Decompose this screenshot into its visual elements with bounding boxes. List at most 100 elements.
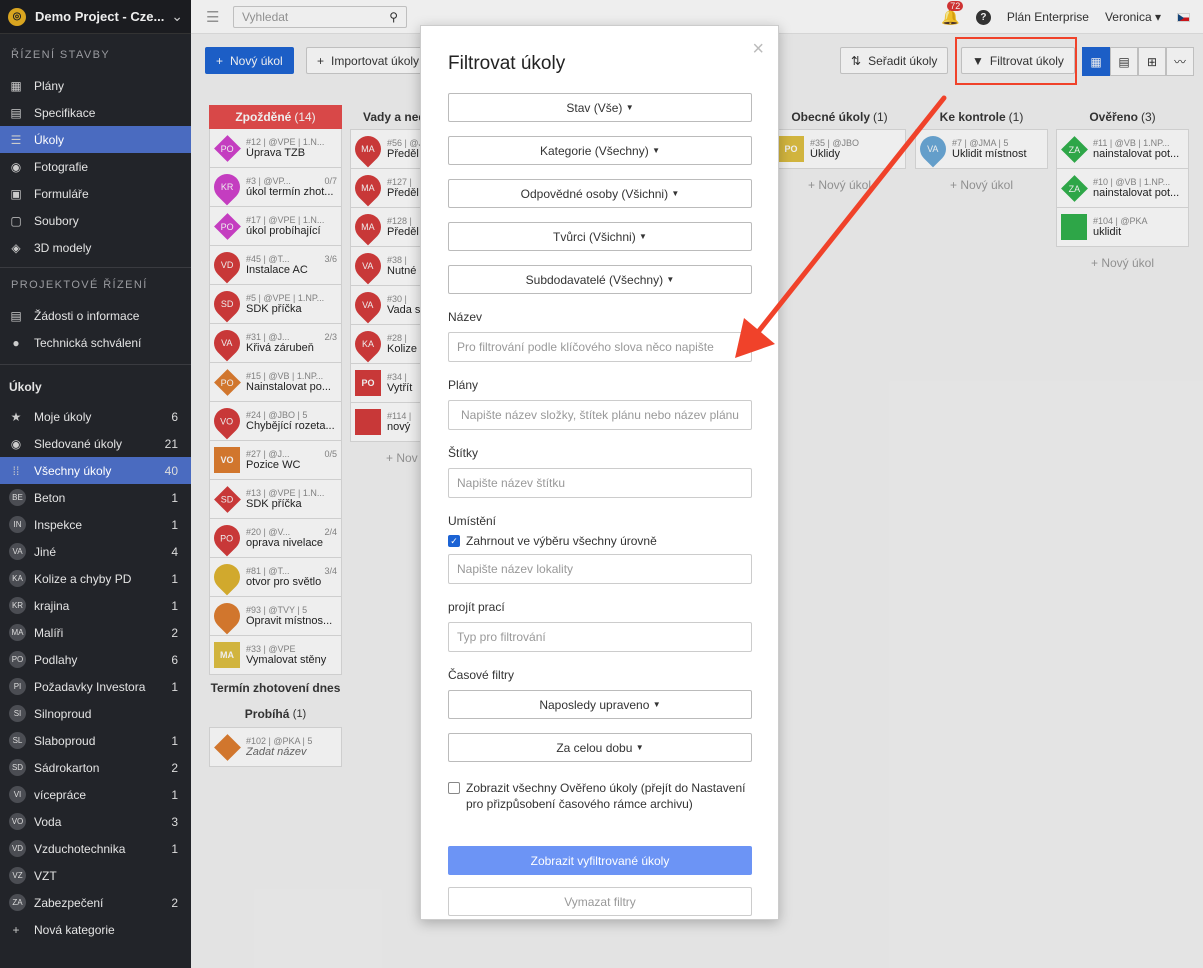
sidebar-item[interactable]: VZ VZT [0, 862, 191, 889]
user-icon: ● [12, 335, 20, 350]
spec-icon: ▤ [10, 105, 22, 120]
time-filters-label: Časové filtry [448, 668, 515, 682]
sidebar-item[interactable]: VD Vzduchotechnika 1 [0, 835, 191, 862]
sidebar-item[interactable]: ▢ Soubory [0, 207, 191, 234]
show-verified-checkbox[interactable]: Zobrazit všechny Ověřeno úkoly (přejít d… [448, 780, 751, 812]
state-dropdown[interactable]: Stav (Vše) ▼ [448, 93, 752, 122]
sidebar: ◎ Demo Project - Cze... ⌄ ŘÍZENÍ STAVBY … [0, 0, 191, 968]
chevron-down-icon: ⌄ [171, 8, 183, 24]
sidebar-item[interactable]: ◈ 3D modely [0, 234, 191, 261]
modal-title: Filtrovat úkoly [448, 53, 566, 74]
sidebar-item-label: Vzduchotechnika [34, 841, 126, 856]
category-dropdown[interactable]: Kategorie (Všechny) ▼ [448, 136, 752, 165]
sidebar-item-count: 6 [171, 409, 178, 424]
close-icon[interactable]: × [752, 38, 764, 61]
category-avatar: VD [9, 840, 26, 857]
name-input[interactable]: Pro filtrování podle klíčového slova něc… [448, 332, 752, 362]
sidebar-item[interactable]: ▣ Formuláře [0, 180, 191, 207]
category-avatar: VA [9, 543, 26, 560]
clear-filters-button[interactable]: Vymazat filtry [448, 887, 752, 916]
sidebar-item[interactable]: SL Slaboproud 1 [0, 727, 191, 754]
caret-down-icon: ▼ [652, 700, 661, 709]
category-avatar: BE [9, 489, 26, 506]
time-range-dropdown[interactable]: Za celou dobu ▼ [448, 733, 752, 762]
sidebar-item-label: Slaboproud [34, 733, 96, 748]
sidebar-item-count: 21 [164, 436, 178, 451]
sidebar-item[interactable]: ⁞⁞ Všechny úkoly 40 [0, 457, 191, 484]
sidebar-item[interactable]: ☰ Úkoly [0, 126, 191, 153]
sidebar-item[interactable]: PI Požadavky Investora 1 [0, 673, 191, 700]
sidebar-item[interactable]: SD Sádrokarton 2 [0, 754, 191, 781]
sidebar-item[interactable]: ▤ Žádosti o informace [0, 302, 191, 329]
divider [0, 364, 191, 365]
sidebar-item[interactable]: KA Kolize a chyby PD 1 [0, 565, 191, 592]
location-input[interactable]: Napište název lokality [448, 554, 752, 584]
show-filtered-button[interactable]: Zobrazit vyfiltrované úkoly [448, 846, 752, 875]
category-avatar: VO [9, 813, 26, 830]
sidebar-item-label: Úkoly [34, 132, 65, 147]
sidebar-item-label: Inspekce [34, 517, 83, 532]
sidebar-item-label: Silnoproud [34, 706, 92, 721]
work-label: projít prací [448, 600, 505, 614]
sidebar-item-label: Jiné [34, 544, 57, 559]
category-avatar: MA [9, 624, 26, 641]
sidebar-item-label: Plány [34, 78, 65, 93]
plans-input[interactable]: Napište název složky, štítek plánu nebo … [448, 400, 752, 430]
sidebar-item[interactable]: IN Inspekce 1 [0, 511, 191, 538]
category-avatar: ZA [9, 894, 26, 911]
sidebar-item[interactable]: SI Silnoproud [0, 700, 191, 727]
project-title: Demo Project - Cze... [35, 9, 165, 24]
state-dropdown-label: Stav (Vše) [566, 100, 623, 115]
sidebar-item[interactable]: ● Technická schválení [0, 329, 191, 356]
creators-dropdown[interactable]: Tvůrci (Všichni) ▼ [448, 222, 752, 251]
sidebar-item-label: Fotografie [34, 159, 89, 174]
new-category-button[interactable]: + Nová kategorie [0, 916, 191, 943]
sidebar-item[interactable]: ★ Moje úkoly 6 [0, 403, 191, 430]
sidebar-item-count: 2 [171, 760, 178, 775]
sidebar-item[interactable]: VO Voda 3 [0, 808, 191, 835]
tags-input[interactable]: Napište název štítku [448, 468, 752, 498]
forms-icon: ▣ [10, 186, 22, 201]
work-input[interactable]: Typ pro filtrování [448, 622, 752, 652]
creators-dropdown-label: Tvůrci (Všichni) [553, 229, 636, 244]
sidebar-item[interactable]: ▦ Plány [0, 72, 191, 99]
subcontractors-dropdown[interactable]: Subdodavatelé (Všechny) ▼ [448, 265, 752, 294]
sidebar-item-label: Požadavky Investora [34, 679, 146, 694]
section-build-heading: ŘÍZENÍ STAVBY [11, 49, 111, 61]
sidebar-item-label: Všechny úkoly [34, 463, 112, 478]
category-avatar: SL [9, 732, 26, 749]
include-levels-checkbox[interactable]: ✓ Zahrnout ve výběru všechny úrovně [448, 534, 751, 548]
sidebar-item[interactable]: ZA Zabezpečení 2 [0, 889, 191, 916]
sidebar-item[interactable]: BE Beton 1 [0, 484, 191, 511]
checkbox-unchecked-icon [448, 782, 460, 794]
project-switcher[interactable]: ◎ Demo Project - Cze... ⌄ [0, 0, 191, 34]
sidebar-item-label: krajina [34, 598, 70, 613]
project-logo-icon: ◎ [8, 7, 26, 26]
sidebar-item[interactable]: VI vícepráce 1 [0, 781, 191, 808]
sidebar-item[interactable]: VA Jiné 4 [0, 538, 191, 565]
caret-down-icon: ▼ [635, 743, 644, 752]
sidebar-item-label: Moje úkoly [34, 409, 92, 424]
sidebar-item-count: 1 [171, 517, 178, 532]
last-modified-dropdown[interactable]: Naposledy upraveno ▼ [448, 690, 752, 719]
name-label: Název [448, 310, 483, 324]
category-avatar: IN [9, 516, 26, 533]
sidebar-item[interactable]: PO Podlahy 6 [0, 646, 191, 673]
sidebar-item-count: 6 [171, 652, 178, 667]
sidebar-item-label: Voda [34, 814, 62, 829]
time-range-label: Za celou dobu [556, 740, 633, 755]
caret-down-icon: ▼ [671, 189, 680, 198]
sidebar-item[interactable]: MA Malíři 2 [0, 619, 191, 646]
sidebar-item-label: Sádrokarton [34, 760, 100, 775]
responsible-dropdown[interactable]: Odpovědné osoby (Všichni) ▼ [448, 179, 752, 208]
sidebar-item[interactable]: ◉ Fotografie [0, 153, 191, 180]
checkbox-checked-icon: ✓ [448, 535, 460, 547]
category-avatar: VZ [9, 867, 26, 884]
tags-label: Štítky [448, 446, 479, 460]
sidebar-item[interactable]: ▤ Specifikace [0, 99, 191, 126]
category-avatar: SD [9, 759, 26, 776]
sidebar-item[interactable]: ◉ Sledované úkoly 21 [0, 430, 191, 457]
files-icon: ▢ [10, 213, 22, 228]
sidebar-item-label: Sledované úkoly [34, 436, 123, 451]
sidebar-item[interactable]: KR krajina 1 [0, 592, 191, 619]
